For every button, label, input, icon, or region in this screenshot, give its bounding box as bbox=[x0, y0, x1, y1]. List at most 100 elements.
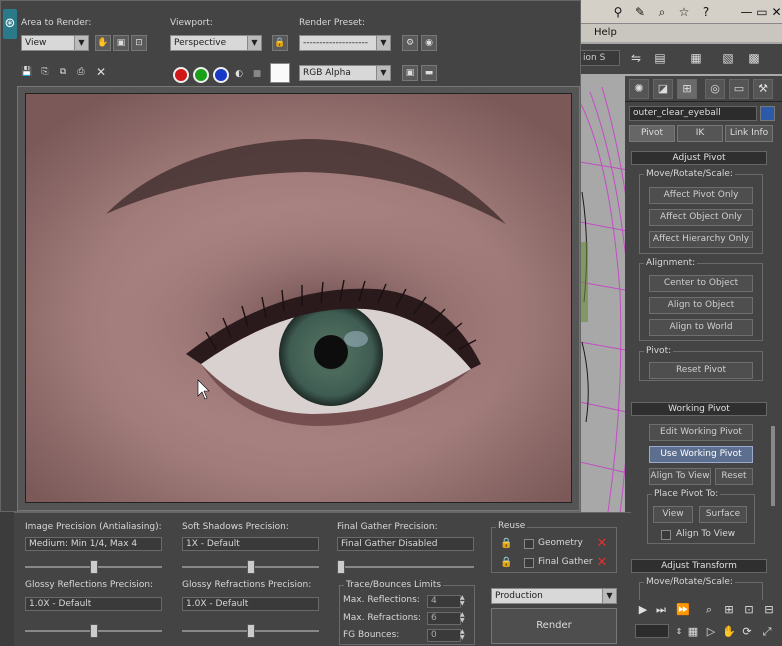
modify-tab-icon[interactable]: ◪ bbox=[653, 79, 673, 99]
hierarchy-tab-icon[interactable]: ⊞ bbox=[677, 79, 697, 99]
help-icon[interactable]: ? bbox=[698, 4, 714, 20]
material-editor-icon[interactable]: ▩ bbox=[746, 50, 762, 66]
lock-icon[interactable]: 🔒 bbox=[500, 557, 512, 568]
glossy-reflections-field[interactable]: 1.0X - Default bbox=[25, 597, 162, 611]
affect-object-only-button[interactable]: Affect Object Only bbox=[649, 209, 753, 226]
field-of-view-icon[interactable]: ▷ bbox=[703, 624, 719, 640]
maximize-viewport-icon[interactable]: ⤢ bbox=[759, 624, 775, 640]
align-icon[interactable]: ▤ bbox=[652, 50, 668, 66]
view-button[interactable]: View bbox=[653, 506, 693, 523]
graph-editor-icon[interactable]: ▧ bbox=[720, 50, 736, 66]
clone-frame-icon[interactable]: ⧉ bbox=[55, 65, 71, 81]
background-color-swatch[interactable] bbox=[270, 63, 290, 83]
slider-thumb[interactable] bbox=[337, 560, 345, 574]
zoom-icon[interactable]: ⌕ bbox=[701, 602, 717, 618]
search-icon[interactable]: ⌕ bbox=[654, 4, 670, 20]
image-precision-slider[interactable] bbox=[25, 560, 162, 574]
utilities-tab-icon[interactable]: ⚒ bbox=[753, 79, 773, 99]
print-icon[interactable]: ⎙ bbox=[73, 65, 89, 81]
align-to-view-button[interactable]: Align To View bbox=[649, 468, 711, 485]
fg-bounces-spinner[interactable]: 0 bbox=[427, 629, 461, 642]
environment-icon[interactable]: ◉ bbox=[421, 35, 437, 51]
create-tab-icon[interactable]: ✺ bbox=[629, 79, 649, 99]
clear-geometry-icon[interactable]: ✕ bbox=[595, 537, 609, 551]
use-working-pivot-button[interactable]: Use Working Pivot bbox=[649, 446, 753, 463]
star-icon[interactable]: ☆ bbox=[676, 4, 692, 20]
center-to-object-button[interactable]: Center to Object bbox=[649, 275, 753, 292]
toggle-ui-icon[interactable]: ▬ bbox=[421, 65, 437, 81]
monochrome-icon[interactable]: ■ bbox=[249, 67, 265, 83]
align-to-object-button[interactable]: Align to Object bbox=[649, 297, 753, 314]
lock-region-icon[interactable]: ⊡ bbox=[131, 35, 147, 51]
ik-subtab[interactable]: IK bbox=[677, 125, 723, 142]
zoom-extents-all-icon[interactable]: ⊟ bbox=[761, 602, 777, 618]
slider-thumb[interactable] bbox=[89, 560, 98, 574]
slider-thumb[interactable] bbox=[246, 560, 255, 574]
command-panel-scrollbar[interactable] bbox=[771, 426, 775, 506]
green-channel-toggle[interactable] bbox=[193, 67, 209, 83]
render-button[interactable]: Render bbox=[491, 608, 617, 644]
affect-hierarchy-only-button[interactable]: Affect Hierarchy Only bbox=[649, 231, 753, 248]
spinner-arrows-icon[interactable]: ▲ ▼ bbox=[460, 595, 468, 608]
window-controls[interactable]: — ▭ ✕ bbox=[740, 4, 782, 20]
glossy-refractions-slider[interactable] bbox=[182, 624, 319, 638]
clear-final-gather-icon[interactable]: ✕ bbox=[595, 556, 609, 570]
adjust-transform-rollout-header[interactable]: Adjust Transform bbox=[631, 559, 767, 573]
mirror-icon[interactable]: ⇋ bbox=[628, 50, 644, 66]
soft-shadows-field[interactable]: 1X - Default bbox=[182, 537, 319, 551]
max-refractions-spinner[interactable]: 6 bbox=[427, 612, 461, 625]
play-icon[interactable]: ▶ bbox=[635, 602, 651, 618]
red-channel-toggle[interactable] bbox=[173, 67, 189, 83]
next-frame-icon[interactable]: ⏭ bbox=[653, 602, 669, 618]
toggle-ui-overlay-icon[interactable]: ▣ bbox=[402, 65, 418, 81]
selection-set-field[interactable]: ion S bbox=[580, 50, 620, 66]
final-gather-slider[interactable] bbox=[337, 560, 474, 574]
zoom-all-icon[interactable]: ⊞ bbox=[721, 602, 737, 618]
edit-region-icon[interactable]: ✋ bbox=[95, 35, 111, 51]
object-color-swatch[interactable] bbox=[760, 106, 775, 121]
render-preset-dropdown[interactable]: -------------------- ▼ bbox=[299, 35, 391, 51]
display-tab-icon[interactable]: ▭ bbox=[729, 79, 749, 99]
lock-icon[interactable]: 🔒 bbox=[500, 538, 512, 549]
max-reflections-spinner[interactable]: 4 bbox=[427, 595, 461, 608]
orbit-icon[interactable]: ⟳ bbox=[739, 624, 755, 640]
align-to-view-checkbox[interactable] bbox=[661, 530, 671, 540]
reuse-geometry-checkbox[interactable] bbox=[524, 539, 534, 549]
soft-shadows-slider[interactable] bbox=[182, 560, 319, 574]
blue-channel-toggle[interactable] bbox=[213, 67, 229, 83]
edit-working-pivot-button[interactable]: Edit Working Pivot bbox=[649, 424, 753, 441]
pivot-subtab[interactable]: Pivot bbox=[629, 125, 675, 142]
image-precision-field[interactable]: Medium: Min 1/4, Max 4 bbox=[25, 537, 162, 551]
affect-pivot-only-button[interactable]: Affect Pivot Only bbox=[649, 187, 753, 204]
glossy-refractions-field[interactable]: 1.0X - Default bbox=[182, 597, 319, 611]
link-icon[interactable]: ⚲ bbox=[610, 4, 626, 20]
motion-tab-icon[interactable]: ◎ bbox=[705, 79, 725, 99]
reuse-final-gather-checkbox[interactable] bbox=[524, 558, 534, 568]
working-pivot-rollout-header[interactable]: Working Pivot bbox=[631, 402, 767, 416]
lock-icon[interactable]: 🔒 bbox=[272, 35, 288, 51]
render-setup-icon[interactable]: ⚙ bbox=[402, 35, 418, 51]
slider-thumb[interactable] bbox=[246, 624, 255, 638]
zoom-extents-icon[interactable]: ⊡ bbox=[741, 602, 757, 618]
copy-image-icon[interactable]: ⎘ bbox=[37, 65, 53, 81]
layer-icon[interactable]: ▦ bbox=[688, 50, 704, 66]
alpha-channel-icon[interactable]: ◐ bbox=[231, 67, 247, 83]
spinner-arrows-icon[interactable]: ▲ ▼ bbox=[460, 612, 468, 625]
display-channel-dropdown[interactable]: RGB Alpha ▼ bbox=[299, 65, 391, 81]
final-gather-field[interactable]: Final Gather Disabled bbox=[337, 537, 474, 551]
object-name-field[interactable]: outer_clear_eyeball bbox=[629, 106, 757, 121]
time-config-icon[interactable]: ▦ bbox=[685, 624, 701, 640]
goto-end-icon[interactable]: ⏩ bbox=[675, 602, 691, 618]
glossy-reflections-slider[interactable] bbox=[25, 624, 162, 638]
link-info-subtab[interactable]: Link Info bbox=[725, 125, 773, 142]
adjust-pivot-rollout-header[interactable]: Adjust Pivot bbox=[631, 151, 767, 165]
clear-icon[interactable]: ✕ bbox=[93, 65, 109, 81]
viewport-dropdown[interactable]: Perspective ▼ bbox=[170, 35, 262, 51]
menu-help[interactable]: Help bbox=[594, 27, 617, 38]
spinner-arrows-icon[interactable]: ▲ ▼ bbox=[460, 629, 468, 642]
save-image-icon[interactable]: 💾 bbox=[19, 65, 35, 81]
rendered-image[interactable] bbox=[25, 93, 572, 503]
render-mode-dropdown[interactable]: Production ▼ bbox=[491, 588, 617, 604]
surface-button[interactable]: Surface bbox=[699, 506, 747, 523]
slider-thumb[interactable] bbox=[89, 624, 98, 638]
